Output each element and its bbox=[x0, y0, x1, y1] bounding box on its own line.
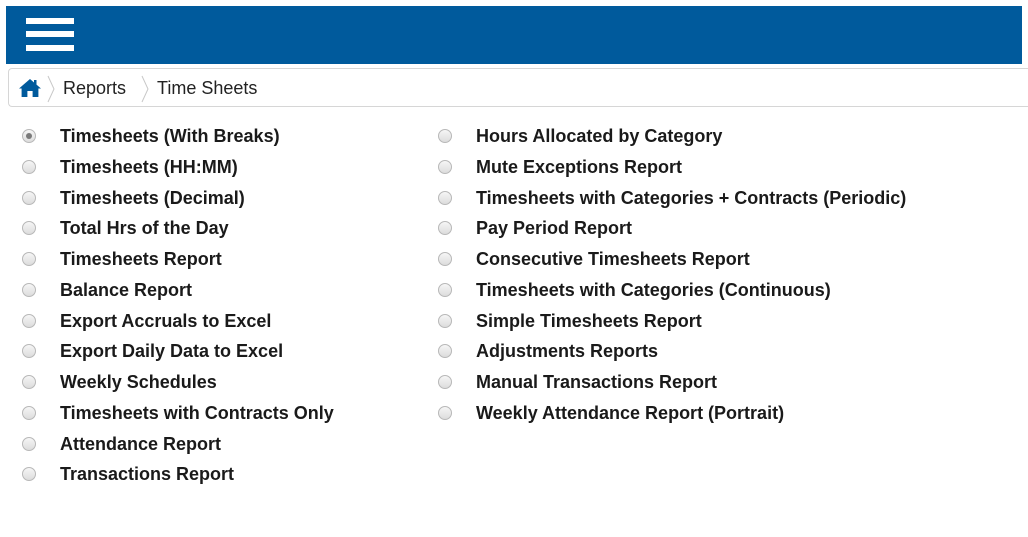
report-option-label: Weekly Schedules bbox=[60, 372, 217, 392]
report-option-label: Attendance Report bbox=[60, 433, 222, 454]
radio-button[interactable] bbox=[22, 129, 36, 143]
radio-button[interactable] bbox=[22, 344, 36, 359]
breadcrumb: Reports Time Sheets bbox=[8, 68, 1028, 107]
report-option-label: Balance Report bbox=[60, 279, 193, 300]
radio-button[interactable] bbox=[438, 159, 452, 174]
hamburger-menu-icon[interactable] bbox=[26, 14, 76, 58]
report-option-label: Timesheets Report bbox=[60, 249, 222, 269]
radio-button[interactable] bbox=[22, 190, 36, 205]
breadcrumb-reports-link[interactable]: Reports bbox=[63, 78, 126, 98]
radio-button[interactable] bbox=[438, 190, 452, 205]
radio-button[interactable] bbox=[438, 282, 452, 297]
top-navigation-bar bbox=[6, 6, 1022, 64]
radio-button[interactable] bbox=[438, 129, 452, 143]
radio-button[interactable] bbox=[22, 375, 36, 389]
report-option-label: Timesheets (HH:MM) bbox=[60, 156, 238, 177]
report-option-label: Consecutive Timesheets Report bbox=[476, 249, 750, 269]
radio-button[interactable] bbox=[22, 159, 36, 174]
radio-button[interactable] bbox=[22, 313, 36, 328]
report-option-label: Manual Transactions Report bbox=[476, 372, 718, 392]
radio-button[interactable] bbox=[438, 313, 452, 328]
report-option-label: Timesheets with Contracts Only bbox=[60, 402, 334, 423]
breadcrumb-current-time-sheets: Time Sheets bbox=[157, 78, 258, 98]
report-option-label: Simple Timesheets Report bbox=[476, 310, 702, 331]
radio-button[interactable] bbox=[438, 405, 452, 420]
report-option-label: Adjustments Reports bbox=[476, 341, 659, 362]
radio-button[interactable] bbox=[438, 375, 452, 389]
breadcrumb-separator-icon bbox=[141, 75, 149, 103]
menu-bar-line bbox=[26, 45, 74, 51]
radio-button[interactable] bbox=[438, 344, 452, 359]
report-option-label: Total Hrs of the Day bbox=[60, 218, 229, 239]
report-option-label: Weekly Attendance Report (Portrait) bbox=[476, 402, 785, 423]
radio-button[interactable] bbox=[22, 467, 36, 482]
report-option-label: Export Accruals to Excel bbox=[60, 310, 272, 331]
radio-button[interactable] bbox=[438, 252, 452, 266]
menu-bar-line bbox=[26, 31, 74, 37]
radio-button[interactable] bbox=[22, 282, 36, 297]
report-option-label: Mute Exceptions Report bbox=[476, 156, 683, 177]
radio-button[interactable] bbox=[22, 221, 36, 236]
radio-button[interactable] bbox=[22, 252, 36, 266]
report-option-label: Export Daily Data to Excel bbox=[60, 341, 284, 362]
breadcrumb-separator-icon bbox=[47, 75, 55, 103]
radio-button[interactable] bbox=[22, 405, 36, 420]
report-option-label: Pay Period Report bbox=[476, 218, 633, 239]
report-option-label: Transactions Report bbox=[60, 464, 235, 485]
report-option-label: Timesheets with Categories + Contracts (… bbox=[476, 187, 907, 208]
home-icon[interactable] bbox=[18, 78, 42, 98]
report-option-label: Timesheets (Decimal) bbox=[60, 187, 245, 208]
report-option-label: Timesheets with Categories (Continuous) bbox=[476, 279, 831, 300]
radio-button[interactable] bbox=[438, 221, 452, 236]
report-option-label: Timesheets (With Breaks) bbox=[60, 126, 280, 146]
menu-bar-line bbox=[26, 18, 74, 24]
report-option-label: Hours Allocated by Category bbox=[476, 126, 723, 146]
radio-button[interactable] bbox=[22, 436, 36, 451]
